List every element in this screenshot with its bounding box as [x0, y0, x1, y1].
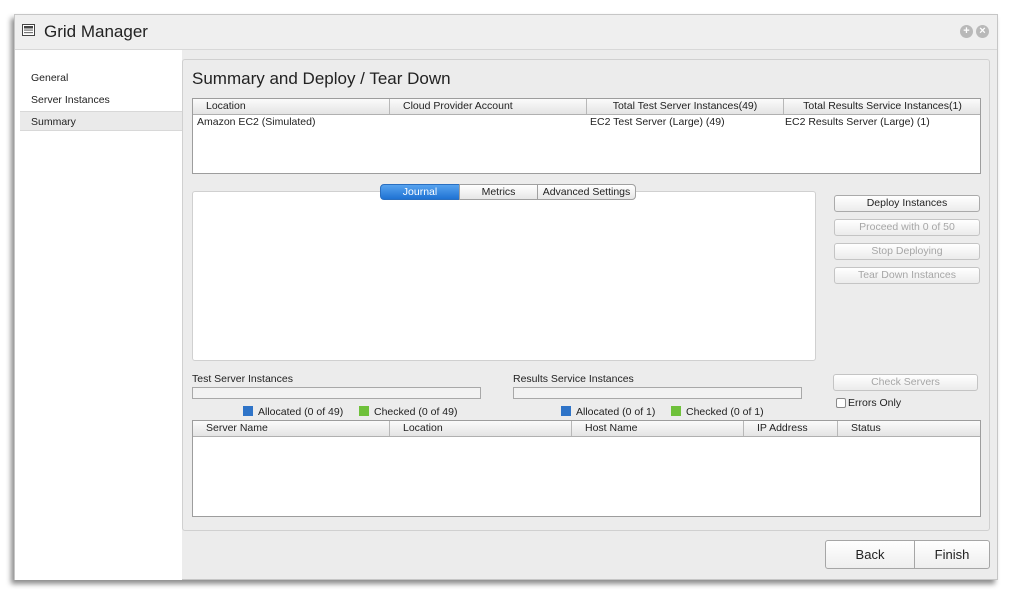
check-servers-button[interactable]: Check Servers: [833, 374, 978, 391]
allocated-swatch: [243, 406, 253, 416]
close-icon[interactable]: ×: [976, 25, 989, 38]
column-header-total-results-service-instances[interactable]: Total Results Service Instances(1): [784, 99, 981, 114]
column-header-status[interactable]: Status: [838, 421, 981, 436]
column-header-server-name[interactable]: Server Name: [193, 421, 390, 436]
server-table: Server Name Location Host Name IP Addres…: [192, 420, 981, 517]
column-header-location[interactable]: Location: [193, 99, 390, 114]
stop-deploying-button[interactable]: Stop Deploying: [834, 243, 980, 260]
back-button[interactable]: Back: [825, 540, 915, 569]
journal-content: [192, 191, 816, 361]
checked-swatch: [359, 406, 369, 416]
results-allocated-legend: Allocated (0 of 1): [561, 406, 655, 418]
column-header-ip-address[interactable]: IP Address: [744, 421, 838, 436]
test-server-progress-bar: [192, 387, 481, 399]
results-checked-legend: Checked (0 of 1): [671, 406, 764, 418]
tab-advanced-settings[interactable]: Advanced Settings: [537, 184, 636, 200]
tab-bar: Journal Metrics Advanced Settings: [380, 184, 636, 200]
checked-swatch: [671, 406, 681, 416]
column-header-total-test-server-instances[interactable]: Total Test Server Instances(49): [587, 99, 784, 114]
maximize-icon[interactable]: +: [960, 25, 973, 38]
server-table-header: Server Name Location Host Name IP Addres…: [193, 421, 980, 437]
sidebar-item-general[interactable]: General: [20, 68, 182, 88]
summary-cell-test-servers: EC2 Test Server (Large) (49): [590, 116, 725, 128]
sidebar-item-summary[interactable]: Summary: [20, 111, 182, 131]
sidebar: General Server Instances Summary: [15, 50, 182, 580]
column-header-host-name[interactable]: Host Name: [572, 421, 744, 436]
test-checked-legend: Checked (0 of 49): [359, 406, 457, 418]
column-header-cloud-provider-account[interactable]: Cloud Provider Account: [390, 99, 587, 114]
grid-manager-icon: [22, 24, 35, 36]
page-title: Summary and Deploy / Tear Down: [192, 69, 451, 88]
title-bar: Grid Manager + ×: [15, 15, 997, 50]
column-header-location[interactable]: Location: [390, 421, 572, 436]
proceed-button[interactable]: Proceed with 0 of 50: [834, 219, 980, 236]
errors-only-checkbox[interactable]: [836, 398, 846, 408]
summary-table-header: Location Cloud Provider Account Total Te…: [193, 99, 980, 115]
allocated-swatch: [561, 406, 571, 416]
grid-manager-window: Grid Manager + × General Server Instance…: [14, 14, 998, 580]
summary-cell-location: Amazon EC2 (Simulated): [197, 116, 316, 128]
summary-panel: Summary and Deploy / Tear Down Location …: [182, 59, 990, 531]
errors-only-label: Errors Only: [848, 397, 902, 409]
tear-down-instances-button[interactable]: Tear Down Instances: [834, 267, 980, 284]
test-server-instances-label: Test Server Instances: [192, 373, 293, 385]
summary-cell-results-servers: EC2 Results Server (Large) (1): [785, 116, 930, 128]
test-allocated-legend: Allocated (0 of 49): [243, 406, 343, 418]
finish-button[interactable]: Finish: [914, 540, 990, 569]
window-title: Grid Manager: [44, 22, 148, 41]
deploy-instances-button[interactable]: Deploy Instances: [834, 195, 980, 212]
tab-journal[interactable]: Journal: [380, 184, 460, 200]
results-service-instances-label: Results Service Instances: [513, 373, 634, 385]
summary-table: Location Cloud Provider Account Total Te…: [192, 98, 981, 174]
results-service-progress-bar: [513, 387, 802, 399]
sidebar-item-server-instances[interactable]: Server Instances: [20, 90, 182, 110]
tab-metrics[interactable]: Metrics: [459, 184, 538, 200]
